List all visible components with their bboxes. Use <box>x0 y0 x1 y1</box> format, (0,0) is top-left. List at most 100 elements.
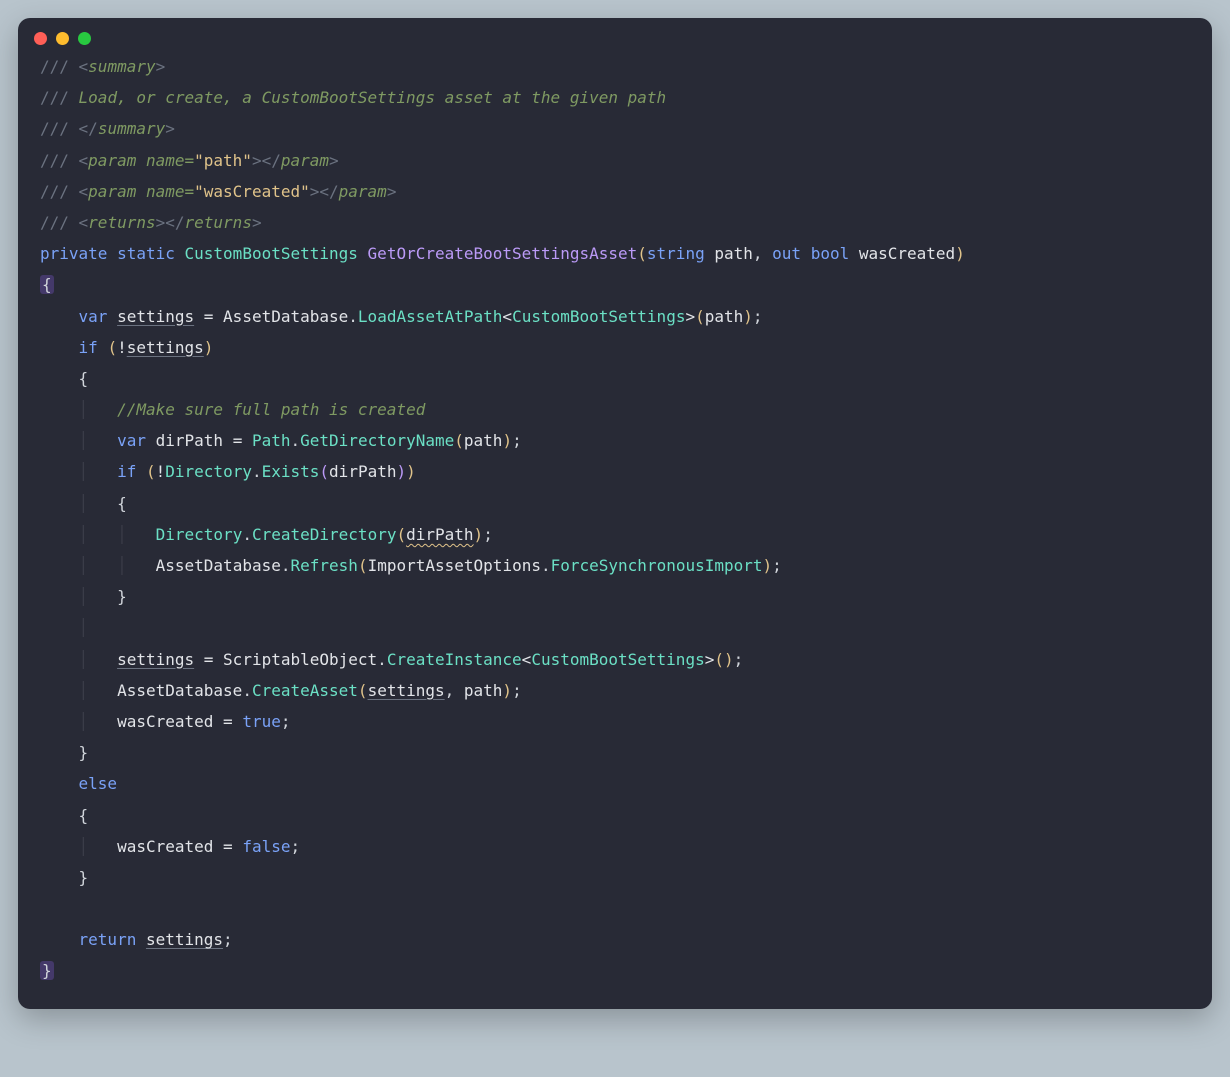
close-icon[interactable] <box>34 32 47 45</box>
doc-slashes: /// <box>40 151 69 170</box>
attr-name: name= <box>136 182 194 201</box>
tag-gt: > <box>387 182 397 201</box>
kw-var: var <box>79 307 108 326</box>
code-window: /// <summary> /// Load, or create, a Cus… <box>18 18 1212 1009</box>
var-wasCreated: wasCreated <box>117 837 213 856</box>
method-CreateInstance: CreateInstance <box>387 650 522 669</box>
tag-lt: < <box>69 182 88 201</box>
kw-if: if <box>79 338 98 357</box>
type-ScriptableObject: ScriptableObject <box>223 650 377 669</box>
op-not: ! <box>156 462 166 481</box>
kw-false: false <box>242 837 290 856</box>
paren: ( <box>637 244 647 263</box>
tag-lt: < <box>69 151 88 170</box>
type-AssetDatabase: AssetDatabase <box>156 556 281 575</box>
tag-lt: < <box>69 57 88 76</box>
tag-mid: ></ <box>156 213 185 232</box>
method-CreateAsset: CreateAsset <box>252 681 358 700</box>
method-Exists: Exists <box>262 462 320 481</box>
paren: ) <box>763 556 773 575</box>
tag-lt: </ <box>69 119 98 138</box>
paren: ) <box>474 525 484 544</box>
dot: . <box>242 525 252 544</box>
tag-gt: > <box>252 151 262 170</box>
dot: . <box>291 431 301 450</box>
tag-summary: summary <box>98 119 165 138</box>
paren: ( <box>454 431 464 450</box>
method-GetDirectoryName: GetDirectoryName <box>300 431 454 450</box>
paren: ( <box>319 462 329 481</box>
var-settings: settings <box>117 307 194 326</box>
kw-private: private <box>40 244 107 263</box>
kw-if: if <box>117 462 136 481</box>
paren: ( <box>146 462 156 481</box>
type-bool: bool <box>811 244 850 263</box>
minimize-icon[interactable] <box>56 32 69 45</box>
type-string: string <box>647 244 705 263</box>
tag-gt: > <box>156 57 166 76</box>
param-wasCreated: wasCreated <box>859 244 955 263</box>
dot: . <box>541 556 551 575</box>
op-eq: = <box>213 712 242 731</box>
type-CustomBootSettings: CustomBootSettings <box>531 650 704 669</box>
op-eq: = <box>194 650 223 669</box>
var-settings: settings <box>146 930 223 949</box>
type-AssetDatabase: AssetDatabase <box>117 681 242 700</box>
arg-path: path <box>464 431 503 450</box>
type-Path: Path <box>252 431 291 450</box>
var-settings: settings <box>117 650 194 669</box>
gt: > <box>685 307 695 326</box>
maximize-icon[interactable] <box>78 32 91 45</box>
var-wasCreated: wasCreated <box>117 712 213 731</box>
method-LoadAssetAtPath: LoadAssetAtPath <box>358 307 503 326</box>
paren: ) <box>724 650 734 669</box>
param-path: path <box>714 244 753 263</box>
paren: ( <box>358 556 368 575</box>
doc-slashes: /// <box>40 88 69 107</box>
comment: //Make sure full path is created <box>117 400 425 419</box>
doc-slashes: /// <box>40 182 69 201</box>
tag-param: param <box>88 182 136 201</box>
var-settings: settings <box>127 338 204 357</box>
dot: . <box>242 681 252 700</box>
paren: ( <box>396 525 406 544</box>
arg-path: path <box>705 307 744 326</box>
code-area[interactable]: /// <summary> /// Load, or create, a Cus… <box>18 47 1212 1009</box>
doc-text: Load, or create, a CustomBootSettings as… <box>69 88 666 107</box>
tag-summary: summary <box>88 57 155 76</box>
dot: . <box>252 462 262 481</box>
gt: > <box>705 650 715 669</box>
tag-returns: returns <box>185 213 252 232</box>
method-Refresh: Refresh <box>291 556 358 575</box>
arg-dirPath: dirPath <box>329 462 396 481</box>
doc-slashes: /// <box>40 213 69 232</box>
tag-returns: returns <box>88 213 155 232</box>
type-Directory: Directory <box>156 525 243 544</box>
attr-name: name= <box>136 151 194 170</box>
paren: ( <box>107 338 117 357</box>
attr-value: "path" <box>194 151 252 170</box>
op-eq: = <box>194 307 223 326</box>
kw-out: out <box>772 244 801 263</box>
tag-gt: > <box>165 119 175 138</box>
func-name: GetOrCreateBootSettingsAsset <box>368 244 638 263</box>
doc-slashes: /// <box>40 119 69 138</box>
op-eq: = <box>223 431 252 450</box>
paren: ) <box>204 338 214 357</box>
kw-static: static <box>117 244 175 263</box>
kw-else: else <box>79 774 118 793</box>
dot: . <box>281 556 291 575</box>
dot: . <box>348 307 358 326</box>
type-ImportAssetOptions: ImportAssetOptions <box>368 556 541 575</box>
tag-lt: < <box>69 213 88 232</box>
paren: ( <box>358 681 368 700</box>
type-Directory: Directory <box>165 462 252 481</box>
arg-path: path <box>464 681 503 700</box>
tag-param: param <box>281 151 329 170</box>
tag-gt: > <box>329 151 339 170</box>
lt: < <box>522 650 532 669</box>
type-CustomBootSettings: CustomBootSettings <box>512 307 685 326</box>
tag-param: param <box>339 182 387 201</box>
tag-gt: > <box>310 182 320 201</box>
tag-param: param <box>88 151 136 170</box>
